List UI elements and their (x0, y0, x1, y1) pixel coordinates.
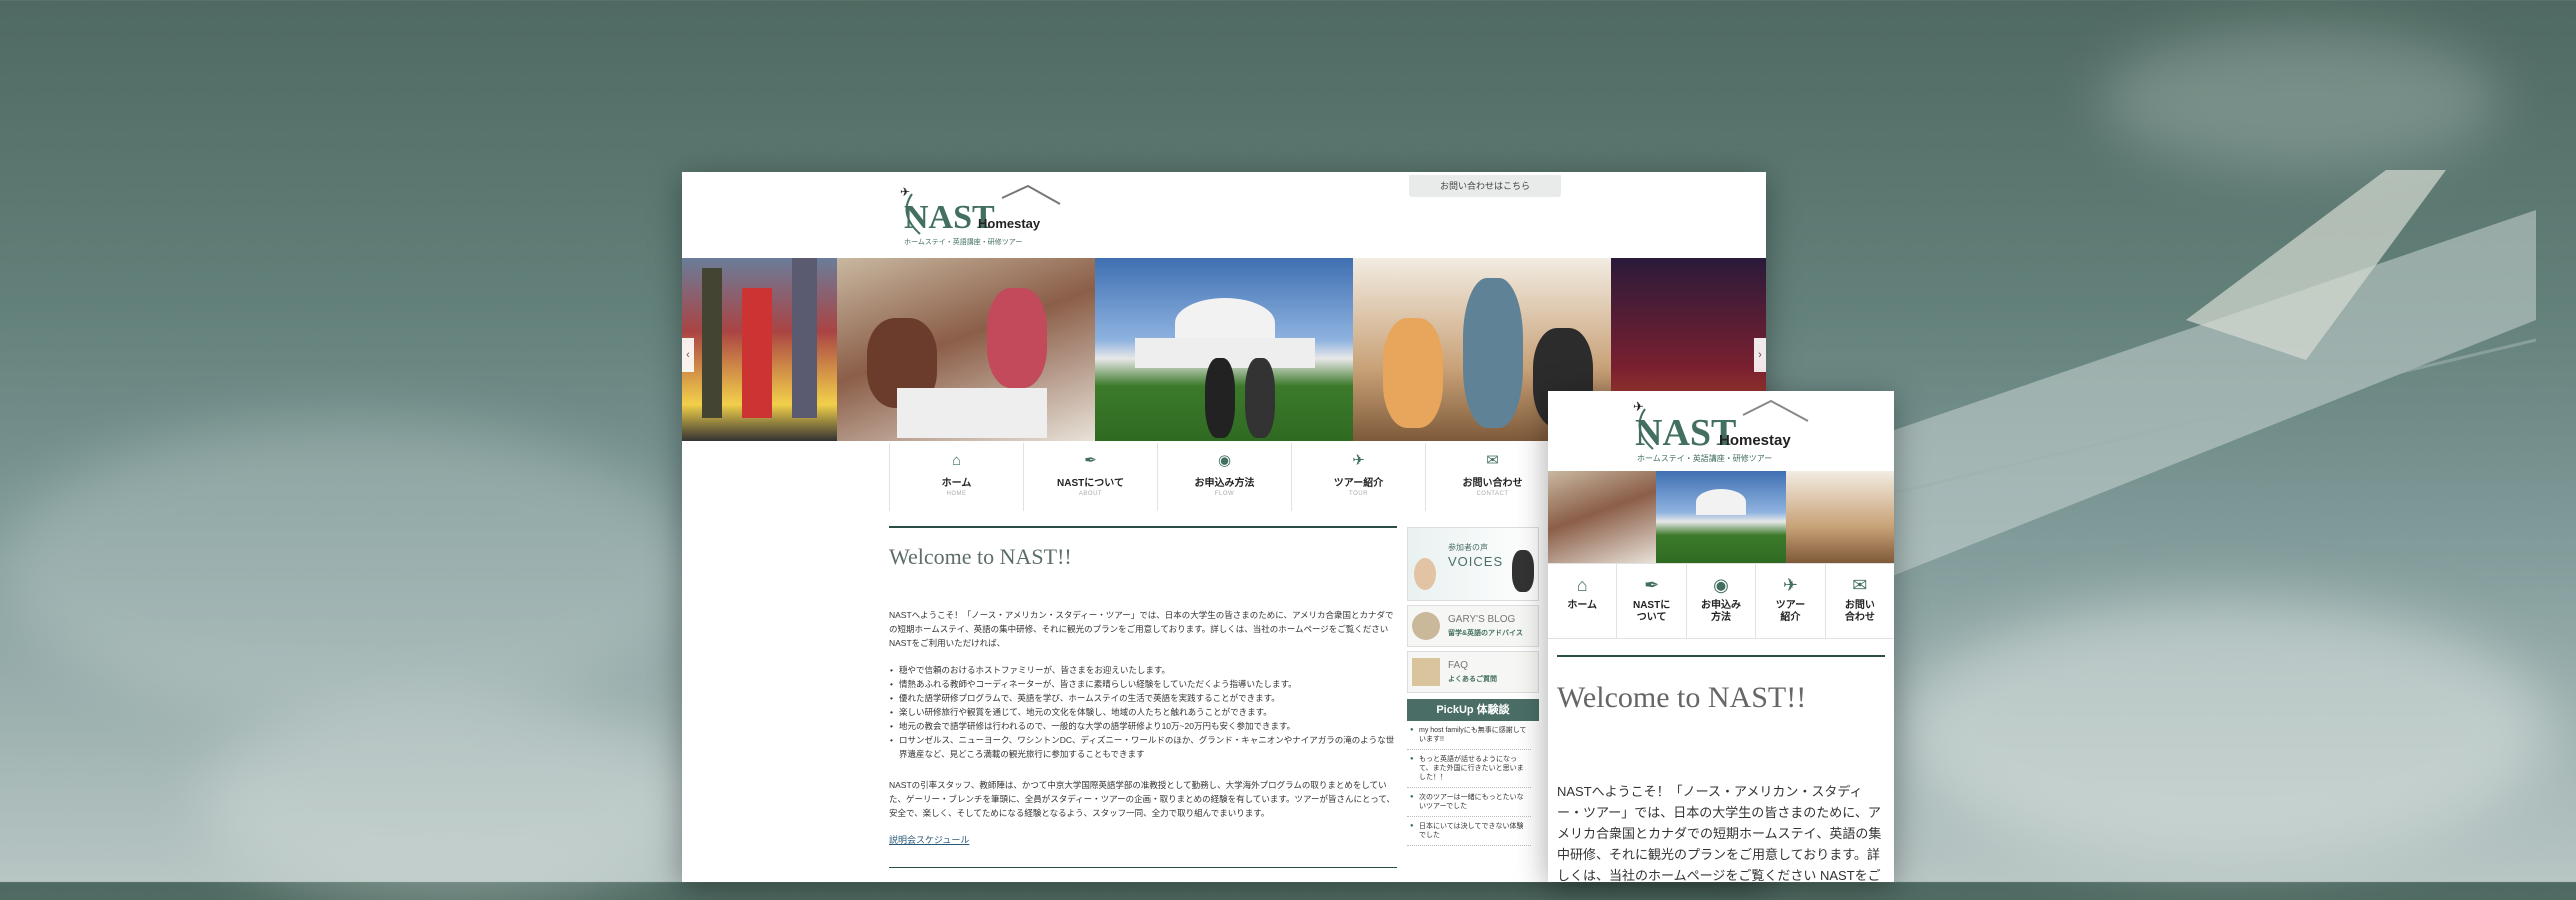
notebook-icon (1412, 658, 1440, 686)
nav-label: ツアー 紹介 (1775, 600, 1806, 623)
nav-item-contact[interactable]: ✉ お問い 合わせ (1826, 564, 1894, 638)
globe-icon: ◉ (1713, 575, 1729, 595)
globe-icon: ◉ (1217, 452, 1232, 469)
nav-item-about[interactable]: ✒ NASTについて ABOUT (1024, 443, 1158, 511)
pickup-item[interactable]: もっと英語が話せるようになって、また外国に行きたいと思いました！！ (1407, 750, 1531, 788)
main-nav: ⌂ ホーム ✒ NASTに ついて ◉ お申込み 方法 ✈ ツアー 紹介 ✉ お… (1548, 563, 1894, 639)
nast-logo[interactable]: ✈ NAST Homestay ホームステイ・英語講座・研修ツアー (892, 184, 1072, 254)
list-item: 優れた語学研修プログラムで、英語を学び、ホームステイの生活で英語を実践することが… (890, 691, 1397, 705)
list-item: 情熱あふれる教師やコーディネーターが、皆さまに素晴らしい経験をしていただくよう指… (890, 677, 1397, 691)
nav-item-home[interactable]: ⌂ ホーム HOME (890, 443, 1024, 511)
slide-photo-classroom (837, 258, 1095, 441)
pickup-heading: PickUp 体験談 (1407, 699, 1539, 721)
faq-banner[interactable]: FAQ よくあるご質問 (1407, 651, 1539, 693)
slide-photo-capitol (1095, 258, 1353, 441)
nav-item-flow[interactable]: ◉ お申込み 方法 (1687, 564, 1757, 638)
svg-text:Homestay: Homestay (978, 216, 1041, 231)
voices-banner[interactable]: 参加者の声 VOICES (1407, 527, 1539, 601)
intro-paragraph: NASTへようこそ！「ノース・アメリカン・スタディー・ツアー」では、日本の大学生… (1557, 784, 1882, 882)
nav-label: NASTについて (1057, 478, 1124, 489)
slider-next-button[interactable]: › (1754, 338, 1766, 372)
nav-item-flow[interactable]: ◉ お申込み方法 FLOW (1158, 443, 1292, 511)
chevron-left-icon: ‹ (686, 349, 690, 361)
plane-icon: ✈ (1352, 452, 1365, 469)
svg-text:ホームステイ・英語講座・研修ツアー: ホームステイ・英語講座・研修ツアー (904, 237, 1022, 246)
slide-photo-family (1786, 471, 1894, 563)
nav-label: お申込み 方法 (1701, 600, 1742, 623)
nav-label: お問い合わせ (1462, 478, 1523, 489)
nav-sublabel: ABOUT (1078, 491, 1103, 497)
faq-subtitle: よくあるご質問 (1448, 676, 1497, 683)
list-item: 穏やで信頼のおけるホストファミリーが、皆さまをお迎えいたします。 (890, 663, 1397, 677)
nav-label: ホーム (941, 478, 972, 489)
avatar (1414, 558, 1436, 590)
nav-label: ツアー紹介 (1333, 478, 1384, 489)
nav-label: NASTに ついて (1632, 600, 1671, 623)
voices-small-label: 参加者の声 (1448, 543, 1488, 552)
mail-icon: ✉ (1852, 575, 1868, 595)
home-icon: ⌂ (1576, 575, 1588, 595)
divider (1557, 655, 1885, 657)
list-item: 楽しい研修旅行や観賞を通じて、地元の文化を体験し、地域の人たちと触れあうことがで… (890, 705, 1397, 719)
site-header: ✈ NAST Homestay ホームステイ・英語講座・研修ツアー お問い合わせ… (682, 172, 1766, 258)
plane-icon: ✈ (1782, 575, 1798, 595)
nav-sublabel: TOUR (1349, 491, 1368, 497)
list-item: ロサンゼルス、ニューヨーク、ワシントンDC、ディズニー・ワールドのほか、グランド… (890, 733, 1397, 761)
blog-subtitle: 留学&英語のアドバイス (1448, 630, 1523, 637)
slide-photo-capitol (1656, 471, 1786, 563)
feather-icon: ✒ (1644, 575, 1660, 595)
nav-item-contact[interactable]: ✉ お問い合わせ CONTACT (1426, 443, 1560, 511)
svg-text:ホームステイ・英語講座・研修ツアー: ホームステイ・英語講座・研修ツアー (1637, 453, 1772, 463)
page-title: Welcome to NAST!! (1557, 681, 1807, 714)
pickup-item[interactable]: my host familyにも無事に感謝しています!! (1407, 721, 1531, 750)
sidebar: 参加者の声 VOICES GARY'S BLOG 留学&英語のアドバイス FAQ… (1407, 527, 1557, 846)
image-slider (1548, 471, 1894, 563)
svg-text:Homestay: Homestay (1719, 432, 1791, 449)
slider-prev-button[interactable]: ‹ (682, 338, 694, 372)
nav-item-tour[interactable]: ✈ ツアー 紹介 (1756, 564, 1826, 638)
page-title: Welcome to NAST!! (889, 544, 1072, 569)
feature-list: 穏やで信頼のおけるホストファミリーが、皆さまをお迎えいたします。 情熱あふれる教… (889, 663, 1397, 761)
list-item: 地元の教会で語学研修は行われるので、一般的な大学の語学研修より10万~20万円も… (890, 719, 1397, 733)
main-nav: ⌂ ホーム HOME ✒ NASTについて ABOUT ◉ お申込み方法 FLO… (889, 443, 1560, 511)
blog-banner[interactable]: GARY'S BLOG 留学&英語のアドバイス (1407, 605, 1539, 647)
slide-photo-times-square (682, 258, 837, 441)
nav-sublabel: HOME (946, 491, 967, 497)
intro-paragraph: NASTへようこそ！「ノース・アメリカン・スタディー・ツアー」では、日本の大学生… (889, 610, 1394, 648)
pickup-item[interactable]: 次のツアーは一緒にもっとたいないツアーでした (1407, 788, 1531, 817)
nav-item-home[interactable]: ⌂ ホーム (1548, 564, 1618, 638)
nav-item-about[interactable]: ✒ NASTに ついて (1617, 564, 1687, 638)
divider (889, 526, 1397, 528)
nav-label: ホーム (1567, 600, 1598, 611)
nav-item-tour[interactable]: ✈ ツアー紹介 TOUR (1292, 443, 1426, 511)
divider (889, 867, 1397, 868)
avatar (1512, 550, 1534, 592)
svg-text:✈: ✈ (900, 185, 910, 199)
nast-logo[interactable]: ✈ NAST Homestay ホームステイ・英語講座・研修ツアー (1623, 397, 1818, 469)
feather-icon: ✒ (1084, 452, 1097, 469)
mail-icon: ✉ (1486, 452, 1499, 469)
mobile-site-mockup: ✈ NAST Homestay ホームステイ・英語講座・研修ツアー ⌂ ホーム … (1548, 391, 1894, 882)
schedule-link[interactable]: 説明会スケジュール (889, 833, 969, 846)
faq-title: FAQ (1448, 660, 1469, 671)
contact-tab-button[interactable]: お問い合わせはこちら (1409, 175, 1561, 197)
chevron-right-icon: › (1758, 349, 1762, 361)
staff-paragraph: NASTの引率スタッフ、教師陣は、かつて中京大学国際英語学部の准教授として勤務し… (889, 780, 1395, 818)
nav-sublabel: CONTACT (1476, 491, 1509, 497)
voices-title: VOICES (1448, 554, 1504, 569)
nav-label: お申込み方法 (1194, 478, 1255, 489)
pickup-item[interactable]: 日本にいては決してできない体験でした (1407, 817, 1531, 846)
home-icon: ⌂ (951, 452, 962, 469)
nav-label: お問い 合わせ (1844, 600, 1875, 623)
book-icon (1412, 612, 1440, 640)
nav-sublabel: FLOW (1214, 491, 1235, 497)
blog-title: GARY'S BLOG (1448, 614, 1516, 625)
slide-photo-classroom (1548, 471, 1656, 563)
